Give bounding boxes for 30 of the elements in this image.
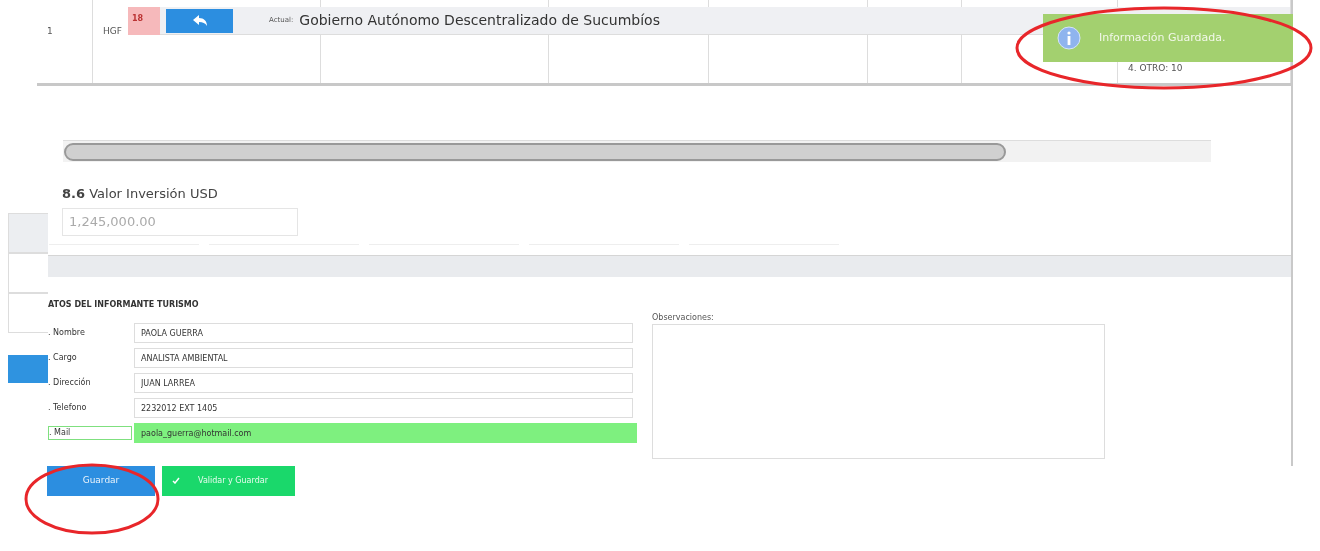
panel-tab[interactable] (8, 213, 48, 253)
side-button[interactable] (8, 355, 48, 383)
table-cell: HGF (103, 26, 122, 36)
table-cell: 1 (47, 26, 53, 36)
observations-field[interactable] (652, 323, 1105, 459)
check-icon (172, 477, 180, 484)
field-label: . Telefono (48, 402, 88, 414)
input-field[interactable]: 2232012 EXT 1405 (134, 398, 633, 418)
toast-message: Información Guardada. (1099, 29, 1226, 46)
input-field[interactable]: JUAN LARREA (134, 373, 633, 393)
field-label: . Dirección (48, 377, 92, 389)
count-badge: 18 (128, 6, 160, 35)
panel-row[interactable] (8, 293, 48, 333)
panel-row[interactable] (8, 253, 48, 293)
input-field[interactable]: paola_guerra@hotmail.com (134, 423, 637, 443)
scrollbar[interactable] (63, 140, 1211, 162)
table-cell: 4. OTRO: 10 (1128, 63, 1183, 73)
input-field[interactable]: ANALISTA AMBIENTAL (134, 348, 633, 368)
field-label: . Mail (48, 426, 132, 440)
field-label: . Nombre (48, 327, 86, 339)
field-label: . Cargo (48, 352, 78, 364)
field-label: 8.6 Valor Inversión USD (62, 185, 219, 203)
back-button[interactable] (166, 8, 233, 33)
back-icon (192, 15, 207, 26)
info-icon (1057, 26, 1081, 50)
input-field[interactable]: PAOLA GUERRA (134, 323, 633, 343)
field-label: Observaciones: (652, 311, 715, 324)
page-title: Gobierno Autónomo Descentralizado de Sucumbíos (299, 11, 660, 30)
scrollbar-thumb[interactable] (64, 142, 1006, 161)
section-heading: ATOS DEL INFORMANTE TURISMO (48, 298, 200, 311)
